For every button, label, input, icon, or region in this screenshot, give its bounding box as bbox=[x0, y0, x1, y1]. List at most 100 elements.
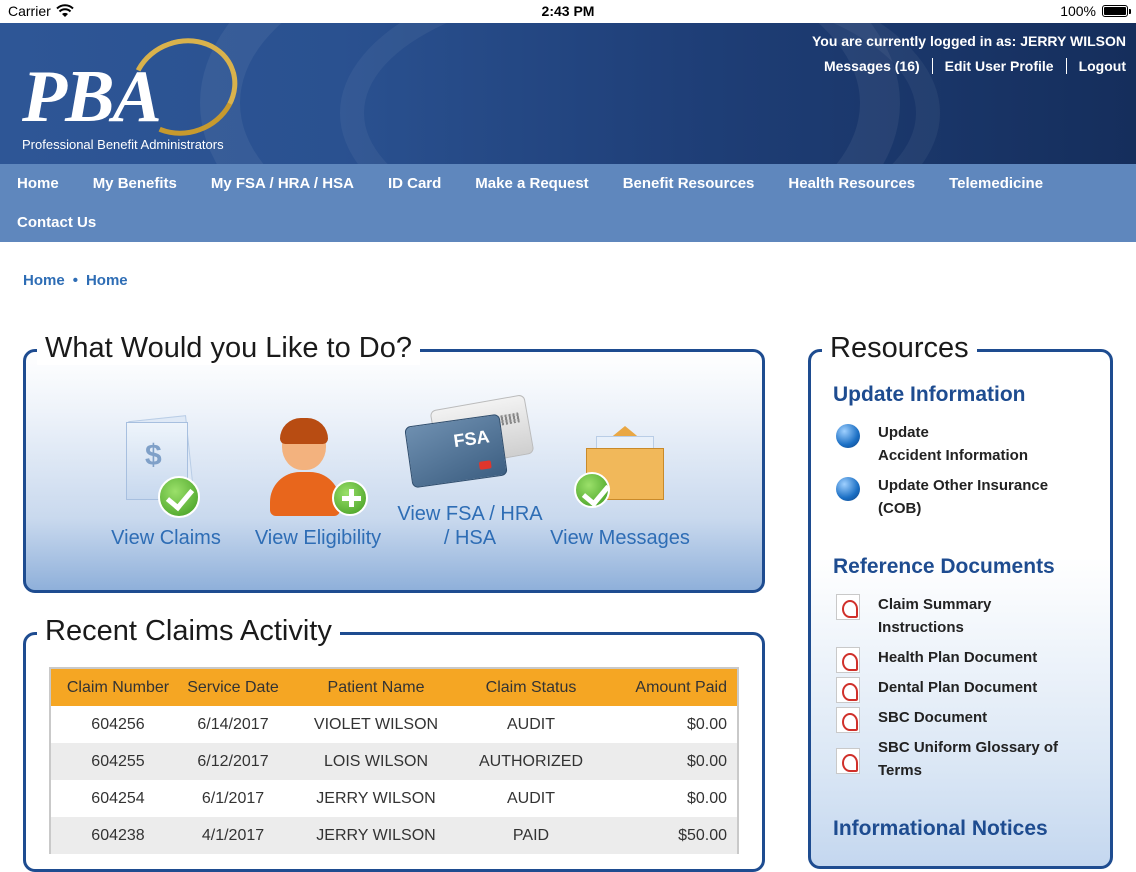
eligibility-person-icon[interactable] bbox=[268, 418, 368, 518]
globe-icon bbox=[836, 477, 860, 501]
quick-actions-title: What Would you Like to Do? bbox=[37, 331, 420, 365]
status-bar: Carrier 2:43 PM 100% bbox=[0, 0, 1136, 23]
table-row[interactable]: 604256 6/14/2017 VIOLET WILSON AUDIT $0.… bbox=[51, 706, 737, 743]
battery-percent: 100% bbox=[1060, 3, 1096, 19]
col-claim-status[interactable]: Claim Status bbox=[471, 679, 591, 697]
view-fsa-label-line1: View FSA / HRA bbox=[397, 503, 543, 525]
nav-make-request[interactable]: Make a Request bbox=[458, 175, 605, 192]
update-other-insurance-label: Update Other Insurance (COB) bbox=[878, 474, 1078, 520]
view-eligibility-link[interactable]: View Eligibility bbox=[246, 526, 390, 550]
table-row[interactable]: 604238 4/1/2017 JERRY WILSON PAID $50.00 bbox=[51, 817, 737, 854]
view-claims-label: View Claims bbox=[111, 527, 221, 549]
col-service-date[interactable]: Service Date bbox=[185, 679, 281, 697]
col-patient-name[interactable]: Patient Name bbox=[281, 679, 471, 697]
cell-service-date: 4/1/2017 bbox=[201, 826, 265, 844]
label-line: Terms bbox=[878, 762, 922, 779]
battery-icon bbox=[1102, 5, 1131, 17]
nav-id-card[interactable]: ID Card bbox=[371, 175, 458, 192]
nav-fsa-hra-hsa[interactable]: My FSA / HRA / HSA bbox=[194, 175, 371, 192]
label-line: Update Other Insurance bbox=[878, 477, 1049, 494]
nav-my-benefits[interactable]: My Benefits bbox=[76, 175, 194, 192]
sbc-document-label: SBC Document bbox=[878, 709, 988, 726]
dollar-icon: $ bbox=[145, 439, 162, 472]
logout-link[interactable]: Logout bbox=[1065, 58, 1126, 74]
view-fsa-link[interactable]: View FSA / HRA / HSA bbox=[390, 502, 550, 550]
cell-patient-name: LOIS WILSON bbox=[323, 752, 429, 770]
breadcrumb: Home • Home bbox=[23, 272, 128, 289]
pdf-icon bbox=[836, 647, 860, 673]
cell-amount-paid: $0.00 bbox=[686, 789, 727, 807]
person-body-shape bbox=[270, 472, 340, 516]
pdf-icon bbox=[836, 594, 860, 620]
label-line: Update bbox=[878, 424, 929, 441]
cell-service-date: 6/14/2017 bbox=[197, 715, 269, 733]
cell-claim-status: AUTHORIZED bbox=[479, 752, 583, 770]
nav-row-1: Home My Benefits My FSA / HRA / HSA ID C… bbox=[0, 164, 1060, 203]
nav-health-resources[interactable]: Health Resources bbox=[771, 175, 932, 192]
claims-table: Claim Number Service Date Patient Name C… bbox=[49, 667, 739, 854]
cell-claim-number[interactable]: 604238 bbox=[51, 827, 185, 845]
update-accident-info-link[interactable]: Update Accident Information bbox=[836, 421, 1078, 467]
informational-notices-heading: Informational Notices bbox=[833, 817, 1048, 840]
pdf-icon bbox=[836, 677, 860, 703]
breadcrumb-separator: • bbox=[72, 272, 78, 289]
cell-claim-number[interactable]: 604255 bbox=[51, 753, 185, 771]
cell-claim-number[interactable]: 604254 bbox=[51, 790, 185, 808]
label-line: Claim Summary bbox=[878, 596, 992, 613]
cell-claim-status: PAID bbox=[512, 826, 550, 844]
update-information-heading: Update Information bbox=[833, 383, 1026, 406]
cell-service-date: 6/12/2017 bbox=[197, 752, 269, 770]
pdf-icon bbox=[836, 748, 860, 774]
nav-home[interactable]: Home bbox=[0, 175, 76, 192]
plus-icon bbox=[332, 480, 368, 516]
label-line: SBC Uniform Glossary of bbox=[878, 739, 1059, 756]
main-nav: Home My Benefits My FSA / HRA / HSA ID C… bbox=[0, 164, 1136, 242]
update-other-insurance-link[interactable]: Update Other Insurance (COB) bbox=[836, 474, 1078, 520]
cell-patient-name: VIOLET WILSON bbox=[313, 715, 439, 733]
health-plan-document-link[interactable]: Health Plan Document bbox=[836, 646, 1078, 673]
table-row[interactable]: 604254 6/1/2017 JERRY WILSON AUDIT $0.00 bbox=[51, 780, 737, 817]
nav-benefit-resources[interactable]: Benefit Resources bbox=[606, 175, 772, 192]
claim-summary-label: Claim Summary Instructions bbox=[878, 593, 1078, 639]
edit-profile-link[interactable]: Edit User Profile bbox=[931, 58, 1066, 74]
claim-summary-instructions-link[interactable]: Claim Summary Instructions bbox=[836, 593, 1078, 639]
cell-service-date: 6/1/2017 bbox=[201, 789, 265, 807]
col-amount-paid[interactable]: Amount Paid bbox=[591, 679, 737, 697]
reference-documents-heading: Reference Documents bbox=[833, 555, 1055, 578]
claims-document-icon[interactable]: $ bbox=[124, 414, 204, 520]
view-messages-link[interactable]: View Messages bbox=[540, 526, 700, 550]
dental-plan-document-link[interactable]: Dental Plan Document bbox=[836, 676, 1078, 703]
cell-claim-status: AUDIT bbox=[507, 715, 555, 733]
pdf-icon bbox=[836, 707, 860, 733]
cell-amount-paid: $50.00 bbox=[678, 826, 727, 844]
sbc-glossary-link[interactable]: SBC Uniform Glossary of Terms bbox=[836, 736, 1078, 782]
person-hair-shape bbox=[280, 418, 328, 444]
col-claim-number[interactable]: Claim Number bbox=[51, 679, 185, 697]
nav-contact-us[interactable]: Contact Us bbox=[0, 214, 113, 231]
view-fsa-label-line2: / HSA bbox=[443, 527, 497, 549]
view-messages-label: View Messages bbox=[550, 527, 690, 549]
fsa-card-icon[interactable]: FSA bbox=[404, 394, 535, 492]
pba-logo[interactable]: PBA Professional Benefit Administrators bbox=[20, 23, 252, 157]
nav-row-2: Contact Us bbox=[0, 203, 113, 242]
cell-claim-number[interactable]: 604256 bbox=[51, 716, 185, 734]
sbc-document-link[interactable]: SBC Document bbox=[836, 706, 1078, 733]
view-claims-link[interactable]: View Claims bbox=[102, 526, 230, 550]
logo-letters: PBA bbox=[22, 56, 162, 138]
cell-claim-status: AUDIT bbox=[507, 789, 555, 807]
breadcrumb-home[interactable]: Home bbox=[23, 272, 65, 289]
resources-title: Resources bbox=[822, 331, 977, 365]
messages-link[interactable]: Messages (16) bbox=[812, 58, 932, 74]
check-icon bbox=[574, 472, 610, 508]
card-front-shape: FSA bbox=[404, 413, 508, 489]
messages-envelope-icon[interactable] bbox=[574, 422, 668, 508]
cell-amount-paid: $0.00 bbox=[686, 715, 727, 733]
table-row[interactable]: 604255 6/12/2017 LOIS WILSON AUTHORIZED … bbox=[51, 743, 737, 780]
label-line: Accident Information bbox=[878, 447, 1029, 464]
cell-patient-name: JERRY WILSON bbox=[316, 826, 436, 844]
cell-patient-name: JERRY WILSON bbox=[316, 789, 436, 807]
sbc-glossary-label: SBC Uniform Glossary of Terms bbox=[878, 736, 1078, 782]
nav-telemedicine[interactable]: Telemedicine bbox=[932, 175, 1060, 192]
recent-claims-title: Recent Claims Activity bbox=[37, 614, 340, 648]
breadcrumb-current[interactable]: Home bbox=[86, 272, 128, 289]
